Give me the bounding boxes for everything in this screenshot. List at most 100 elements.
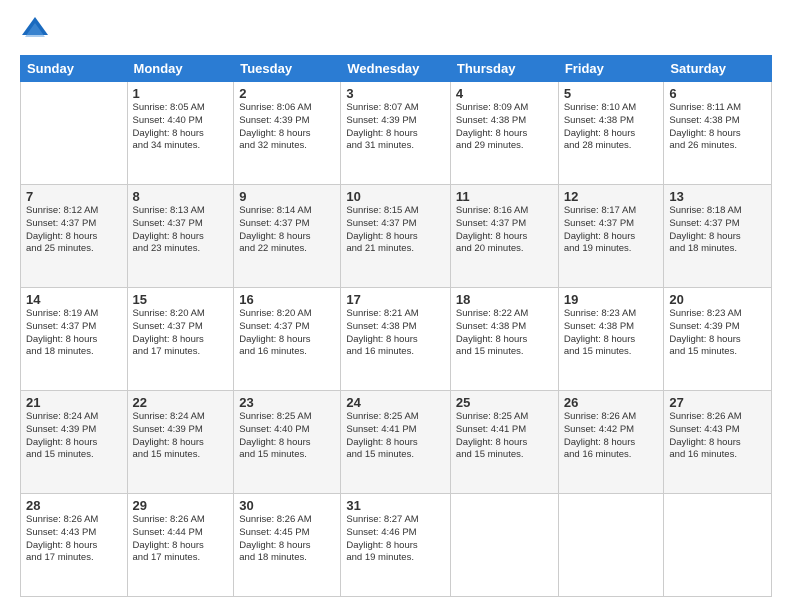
day-info: Sunrise: 8:12 AM Sunset: 4:37 PM Dayligh… bbox=[26, 205, 122, 256]
calendar-cell: 17Sunrise: 8:21 AM Sunset: 4:38 PM Dayli… bbox=[341, 288, 451, 391]
day-number: 8 bbox=[133, 189, 229, 204]
calendar-cell: 9Sunrise: 8:14 AM Sunset: 4:37 PM Daylig… bbox=[234, 185, 341, 288]
weekday-header: Monday bbox=[127, 56, 234, 82]
calendar-cell: 1Sunrise: 8:05 AM Sunset: 4:40 PM Daylig… bbox=[127, 82, 234, 185]
day-info: Sunrise: 8:20 AM Sunset: 4:37 PM Dayligh… bbox=[239, 308, 335, 359]
weekday-header: Friday bbox=[558, 56, 664, 82]
day-number: 13 bbox=[669, 189, 766, 204]
calendar-cell bbox=[450, 494, 558, 597]
day-info: Sunrise: 8:25 AM Sunset: 4:41 PM Dayligh… bbox=[456, 411, 553, 462]
calendar-cell: 2Sunrise: 8:06 AM Sunset: 4:39 PM Daylig… bbox=[234, 82, 341, 185]
day-info: Sunrise: 8:17 AM Sunset: 4:37 PM Dayligh… bbox=[564, 205, 659, 256]
calendar-cell: 6Sunrise: 8:11 AM Sunset: 4:38 PM Daylig… bbox=[664, 82, 772, 185]
calendar-cell: 11Sunrise: 8:16 AM Sunset: 4:37 PM Dayli… bbox=[450, 185, 558, 288]
header bbox=[20, 15, 772, 45]
day-info: Sunrise: 8:11 AM Sunset: 4:38 PM Dayligh… bbox=[669, 102, 766, 153]
day-number: 17 bbox=[346, 292, 445, 307]
calendar-header-row: SundayMondayTuesdayWednesdayThursdayFrid… bbox=[21, 56, 772, 82]
day-number: 10 bbox=[346, 189, 445, 204]
day-number: 16 bbox=[239, 292, 335, 307]
calendar-cell: 7Sunrise: 8:12 AM Sunset: 4:37 PM Daylig… bbox=[21, 185, 128, 288]
weekday-header: Saturday bbox=[664, 56, 772, 82]
day-info: Sunrise: 8:16 AM Sunset: 4:37 PM Dayligh… bbox=[456, 205, 553, 256]
calendar-cell: 16Sunrise: 8:20 AM Sunset: 4:37 PM Dayli… bbox=[234, 288, 341, 391]
day-info: Sunrise: 8:18 AM Sunset: 4:37 PM Dayligh… bbox=[669, 205, 766, 256]
calendar-cell: 30Sunrise: 8:26 AM Sunset: 4:45 PM Dayli… bbox=[234, 494, 341, 597]
day-number: 4 bbox=[456, 86, 553, 101]
weekday-header: Sunday bbox=[21, 56, 128, 82]
day-info: Sunrise: 8:26 AM Sunset: 4:43 PM Dayligh… bbox=[669, 411, 766, 462]
day-info: Sunrise: 8:05 AM Sunset: 4:40 PM Dayligh… bbox=[133, 102, 229, 153]
day-info: Sunrise: 8:14 AM Sunset: 4:37 PM Dayligh… bbox=[239, 205, 335, 256]
calendar-cell: 13Sunrise: 8:18 AM Sunset: 4:37 PM Dayli… bbox=[664, 185, 772, 288]
day-info: Sunrise: 8:26 AM Sunset: 4:45 PM Dayligh… bbox=[239, 514, 335, 565]
calendar-cell: 23Sunrise: 8:25 AM Sunset: 4:40 PM Dayli… bbox=[234, 391, 341, 494]
calendar-cell: 8Sunrise: 8:13 AM Sunset: 4:37 PM Daylig… bbox=[127, 185, 234, 288]
day-info: Sunrise: 8:25 AM Sunset: 4:40 PM Dayligh… bbox=[239, 411, 335, 462]
calendar-table: SundayMondayTuesdayWednesdayThursdayFrid… bbox=[20, 55, 772, 597]
calendar-cell bbox=[21, 82, 128, 185]
logo bbox=[20, 15, 54, 45]
day-number: 9 bbox=[239, 189, 335, 204]
calendar-cell bbox=[558, 494, 664, 597]
calendar-cell: 20Sunrise: 8:23 AM Sunset: 4:39 PM Dayli… bbox=[664, 288, 772, 391]
calendar-cell: 26Sunrise: 8:26 AM Sunset: 4:42 PM Dayli… bbox=[558, 391, 664, 494]
day-info: Sunrise: 8:19 AM Sunset: 4:37 PM Dayligh… bbox=[26, 308, 122, 359]
day-info: Sunrise: 8:26 AM Sunset: 4:42 PM Dayligh… bbox=[564, 411, 659, 462]
page: SundayMondayTuesdayWednesdayThursdayFrid… bbox=[0, 0, 792, 612]
day-number: 25 bbox=[456, 395, 553, 410]
calendar-cell: 5Sunrise: 8:10 AM Sunset: 4:38 PM Daylig… bbox=[558, 82, 664, 185]
calendar-cell: 24Sunrise: 8:25 AM Sunset: 4:41 PM Dayli… bbox=[341, 391, 451, 494]
day-info: Sunrise: 8:25 AM Sunset: 4:41 PM Dayligh… bbox=[346, 411, 445, 462]
day-number: 26 bbox=[564, 395, 659, 410]
logo-icon bbox=[20, 15, 50, 45]
calendar-cell bbox=[664, 494, 772, 597]
calendar-cell: 3Sunrise: 8:07 AM Sunset: 4:39 PM Daylig… bbox=[341, 82, 451, 185]
calendar-cell: 28Sunrise: 8:26 AM Sunset: 4:43 PM Dayli… bbox=[21, 494, 128, 597]
calendar-week-row: 21Sunrise: 8:24 AM Sunset: 4:39 PM Dayli… bbox=[21, 391, 772, 494]
calendar-cell: 27Sunrise: 8:26 AM Sunset: 4:43 PM Dayli… bbox=[664, 391, 772, 494]
day-number: 21 bbox=[26, 395, 122, 410]
day-info: Sunrise: 8:21 AM Sunset: 4:38 PM Dayligh… bbox=[346, 308, 445, 359]
calendar-cell: 25Sunrise: 8:25 AM Sunset: 4:41 PM Dayli… bbox=[450, 391, 558, 494]
day-number: 7 bbox=[26, 189, 122, 204]
day-number: 6 bbox=[669, 86, 766, 101]
day-number: 2 bbox=[239, 86, 335, 101]
calendar-cell: 21Sunrise: 8:24 AM Sunset: 4:39 PM Dayli… bbox=[21, 391, 128, 494]
calendar-week-row: 1Sunrise: 8:05 AM Sunset: 4:40 PM Daylig… bbox=[21, 82, 772, 185]
day-info: Sunrise: 8:15 AM Sunset: 4:37 PM Dayligh… bbox=[346, 205, 445, 256]
day-number: 14 bbox=[26, 292, 122, 307]
day-number: 20 bbox=[669, 292, 766, 307]
day-number: 24 bbox=[346, 395, 445, 410]
day-info: Sunrise: 8:10 AM Sunset: 4:38 PM Dayligh… bbox=[564, 102, 659, 153]
calendar-cell: 4Sunrise: 8:09 AM Sunset: 4:38 PM Daylig… bbox=[450, 82, 558, 185]
day-info: Sunrise: 8:07 AM Sunset: 4:39 PM Dayligh… bbox=[346, 102, 445, 153]
day-number: 29 bbox=[133, 498, 229, 513]
day-info: Sunrise: 8:26 AM Sunset: 4:43 PM Dayligh… bbox=[26, 514, 122, 565]
day-info: Sunrise: 8:22 AM Sunset: 4:38 PM Dayligh… bbox=[456, 308, 553, 359]
day-number: 3 bbox=[346, 86, 445, 101]
calendar-cell: 15Sunrise: 8:20 AM Sunset: 4:37 PM Dayli… bbox=[127, 288, 234, 391]
day-number: 5 bbox=[564, 86, 659, 101]
day-info: Sunrise: 8:24 AM Sunset: 4:39 PM Dayligh… bbox=[26, 411, 122, 462]
day-number: 1 bbox=[133, 86, 229, 101]
calendar-week-row: 7Sunrise: 8:12 AM Sunset: 4:37 PM Daylig… bbox=[21, 185, 772, 288]
weekday-header: Wednesday bbox=[341, 56, 451, 82]
day-number: 30 bbox=[239, 498, 335, 513]
day-number: 11 bbox=[456, 189, 553, 204]
calendar-cell: 29Sunrise: 8:26 AM Sunset: 4:44 PM Dayli… bbox=[127, 494, 234, 597]
day-info: Sunrise: 8:09 AM Sunset: 4:38 PM Dayligh… bbox=[456, 102, 553, 153]
day-number: 19 bbox=[564, 292, 659, 307]
day-number: 31 bbox=[346, 498, 445, 513]
calendar-week-row: 14Sunrise: 8:19 AM Sunset: 4:37 PM Dayli… bbox=[21, 288, 772, 391]
day-number: 18 bbox=[456, 292, 553, 307]
calendar-cell: 22Sunrise: 8:24 AM Sunset: 4:39 PM Dayli… bbox=[127, 391, 234, 494]
day-info: Sunrise: 8:24 AM Sunset: 4:39 PM Dayligh… bbox=[133, 411, 229, 462]
calendar-cell: 19Sunrise: 8:23 AM Sunset: 4:38 PM Dayli… bbox=[558, 288, 664, 391]
calendar-week-row: 28Sunrise: 8:26 AM Sunset: 4:43 PM Dayli… bbox=[21, 494, 772, 597]
day-number: 15 bbox=[133, 292, 229, 307]
day-info: Sunrise: 8:23 AM Sunset: 4:39 PM Dayligh… bbox=[669, 308, 766, 359]
calendar-cell: 18Sunrise: 8:22 AM Sunset: 4:38 PM Dayli… bbox=[450, 288, 558, 391]
calendar-cell: 31Sunrise: 8:27 AM Sunset: 4:46 PM Dayli… bbox=[341, 494, 451, 597]
day-number: 12 bbox=[564, 189, 659, 204]
